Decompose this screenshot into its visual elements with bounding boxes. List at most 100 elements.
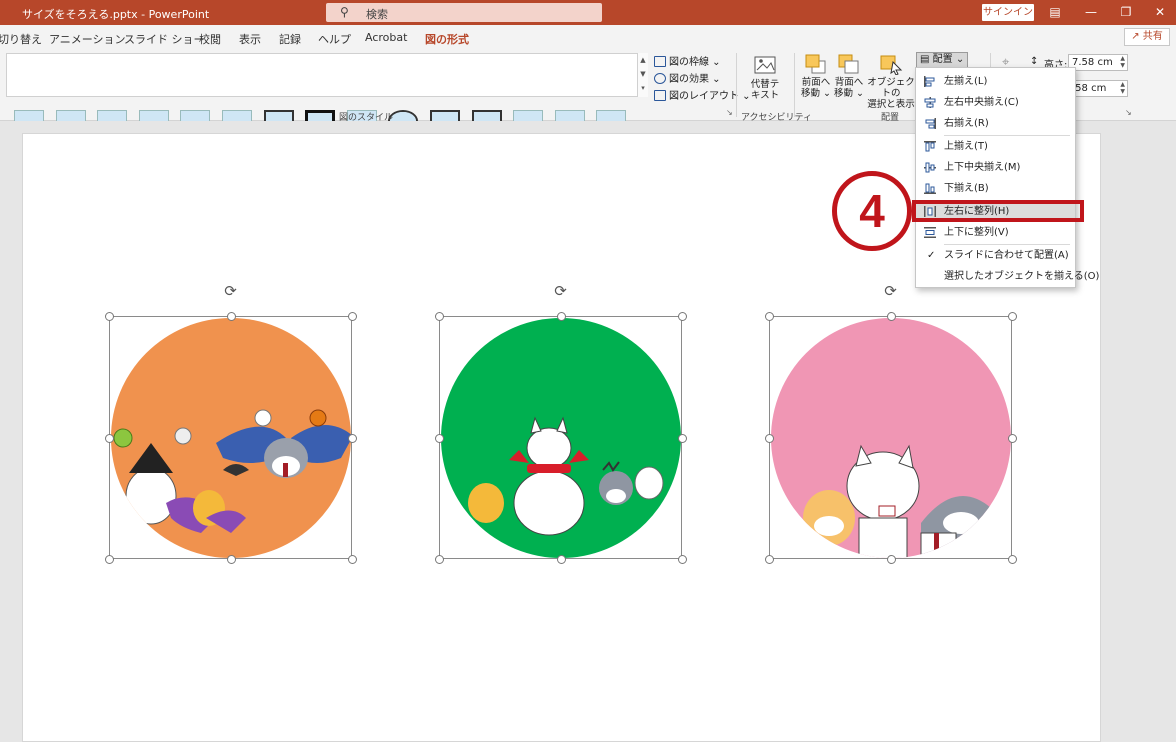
picture-border-button[interactable]: 図の枠線 ⌄ (654, 53, 721, 68)
resize-handle[interactable] (435, 312, 444, 321)
picture-effects-button[interactable]: 図の効果 ⌄ (654, 70, 721, 85)
rotate-handle-icon[interactable]: ⟳ (223, 283, 239, 299)
width-spinner[interactable]: ▲ ▼ (1120, 81, 1125, 95)
resize-handle[interactable] (105, 312, 114, 321)
resize-handle[interactable] (556, 312, 566, 321)
resize-handle[interactable] (226, 555, 236, 564)
resize-handle[interactable] (886, 312, 896, 321)
resize-handle[interactable] (765, 555, 774, 564)
signin-button[interactable]: サインイン (982, 4, 1034, 21)
menu-item-align-top[interactable]: 上揃え(T) (916, 136, 1075, 157)
resize-handle[interactable] (105, 555, 114, 564)
align-icon: ▤ (920, 54, 930, 65)
resize-handle[interactable] (1008, 433, 1017, 443)
resize-handle[interactable] (226, 312, 236, 321)
menu-item-align-middle[interactable]: 上下中央揃え(M) (916, 157, 1075, 178)
tab-view[interactable]: 表示 (239, 31, 261, 47)
picture-styles-gallery (6, 53, 647, 97)
tab-help[interactable]: ヘルプ (318, 31, 351, 47)
resize-handle[interactable] (678, 312, 687, 321)
search-placeholder: 検索 (366, 8, 388, 21)
tab-animations[interactable]: アニメーション (49, 31, 126, 47)
share-label: 共有 (1142, 31, 1163, 42)
picture-layout-icon (654, 90, 666, 101)
alt-text-icon (753, 55, 777, 77)
picture-friends[interactable] (769, 316, 1012, 559)
resize-handle[interactable] (348, 433, 357, 443)
send-backward-button[interactable]: 背面へ 移動 ⌄ (833, 53, 865, 99)
resize-handle[interactable] (1008, 312, 1017, 321)
menu-item-align-bottom[interactable]: 下揃え(B) (916, 178, 1075, 199)
send-backward-icon (837, 53, 861, 75)
menu-item-distribute-vertically[interactable]: 上下に整列(V) (916, 222, 1075, 243)
bring-forward-icon (804, 53, 828, 75)
menu-item-align-to-slide[interactable]: ✓ スライドに合わせて配置(A) (916, 245, 1075, 266)
title-bar: サイズをそろえる.pptx - PowerPoint ⚲ 検索 サインイン ▤ … (0, 0, 1176, 25)
size-dialog-launcher-icon[interactable]: ↘ (1125, 108, 1132, 117)
resize-handle[interactable] (348, 312, 357, 321)
height-input[interactable]: 7.58 cm ▲ ▼ (1068, 54, 1128, 71)
tab-review[interactable]: 校閲 (199, 31, 221, 47)
search-box[interactable]: ⚲ 検索 (326, 3, 602, 22)
resize-handle[interactable] (678, 433, 687, 443)
align-bottom-icon (924, 183, 936, 194)
tab-picture-format[interactable]: 図の形式 (425, 31, 469, 52)
align-right-icon (925, 118, 936, 129)
menu-item-align-selected-objects[interactable]: 選択したオブジェクトを揃える(O) (916, 266, 1099, 287)
minimize-icon[interactable]: — (1081, 3, 1101, 22)
share-button[interactable]: ↗ 共有 (1124, 28, 1170, 46)
gallery-more-icon[interactable]: ▾ (638, 81, 648, 95)
bring-forward-button[interactable]: 前面へ 移動 ⌄ (800, 53, 832, 99)
gallery-up-icon[interactable]: ▲ (638, 53, 648, 67)
resize-handle[interactable] (435, 433, 444, 443)
resize-handle[interactable] (678, 555, 687, 564)
align-menu: 左揃え(L) 左右中央揃え(C) 右揃え(R) 上揃え(T) 上下中央揃え(M)… (915, 67, 1099, 288)
alt-text-button[interactable]: 代替テ キスト (748, 55, 782, 101)
highlight-box (912, 200, 1084, 222)
menu-item-align-center[interactable]: 左右中央揃え(C) (916, 92, 1075, 113)
resize-handle[interactable] (348, 555, 357, 564)
selection-pane-button[interactable]: オブジェクトの 選択と表示 (866, 53, 916, 110)
ribbon-tabs: 切り替え アニメーション スライド ショー 校閲 表示 記録 ヘルプ Acrob… (0, 25, 1176, 52)
selection-frame (439, 316, 682, 559)
resize-handle[interactable] (435, 555, 444, 564)
gallery-scroll[interactable]: ▲ ▼ ▾ (637, 53, 648, 97)
restore-icon[interactable]: ❐ (1116, 3, 1136, 22)
close-icon[interactable]: ✕ (1150, 3, 1170, 22)
resize-handle[interactable] (1008, 555, 1017, 564)
distribute-vertically-icon (924, 227, 936, 238)
align-center-icon (924, 97, 936, 108)
align-left-icon (924, 76, 935, 87)
height-spinner[interactable]: ▲ ▼ (1120, 55, 1125, 69)
menu-item-align-left[interactable]: 左揃え(L) (916, 71, 1075, 92)
divider (794, 53, 795, 117)
gallery-down-icon[interactable]: ▼ (638, 67, 648, 81)
search-icon: ⚲ (340, 5, 349, 19)
styles-dialog-launcher-icon[interactable]: ↘ (726, 108, 733, 117)
rotate-handle-icon[interactable]: ⟳ (883, 283, 899, 299)
selection-pane-icon (879, 53, 903, 76)
picture-winter[interactable] (439, 316, 682, 559)
picture-effects-icon (654, 73, 666, 84)
window-title: サイズをそろえる.pptx - PowerPoint (22, 8, 210, 21)
width-input[interactable]: .58 cm ▲ ▼ (1068, 80, 1128, 97)
align-button[interactable]: ▤ 配置 ⌄ (916, 52, 969, 68)
resize-handle[interactable] (765, 433, 774, 443)
align-middle-icon (924, 162, 936, 173)
align-top-icon (924, 141, 936, 152)
menu-item-align-right[interactable]: 右揃え(R) (916, 113, 1075, 134)
resize-handle[interactable] (556, 555, 566, 564)
ribbon-display-options-icon[interactable]: ▤ (1045, 3, 1065, 22)
picture-halloween[interactable] (109, 316, 352, 559)
resize-handle[interactable] (765, 312, 774, 321)
tab-transitions[interactable]: 切り替え (0, 31, 42, 47)
tab-acrobat[interactable]: Acrobat (365, 31, 407, 44)
resize-handle[interactable] (886, 555, 896, 564)
tab-slideshow[interactable]: スライド ショー (124, 31, 205, 47)
step-number-badge: 4 (832, 171, 912, 251)
tab-record[interactable]: 記録 (279, 31, 301, 47)
rotate-handle-icon[interactable]: ⟳ (553, 283, 569, 299)
height-icon: ↕ (1030, 56, 1039, 67)
resize-handle[interactable] (105, 433, 114, 443)
divider (736, 53, 737, 117)
